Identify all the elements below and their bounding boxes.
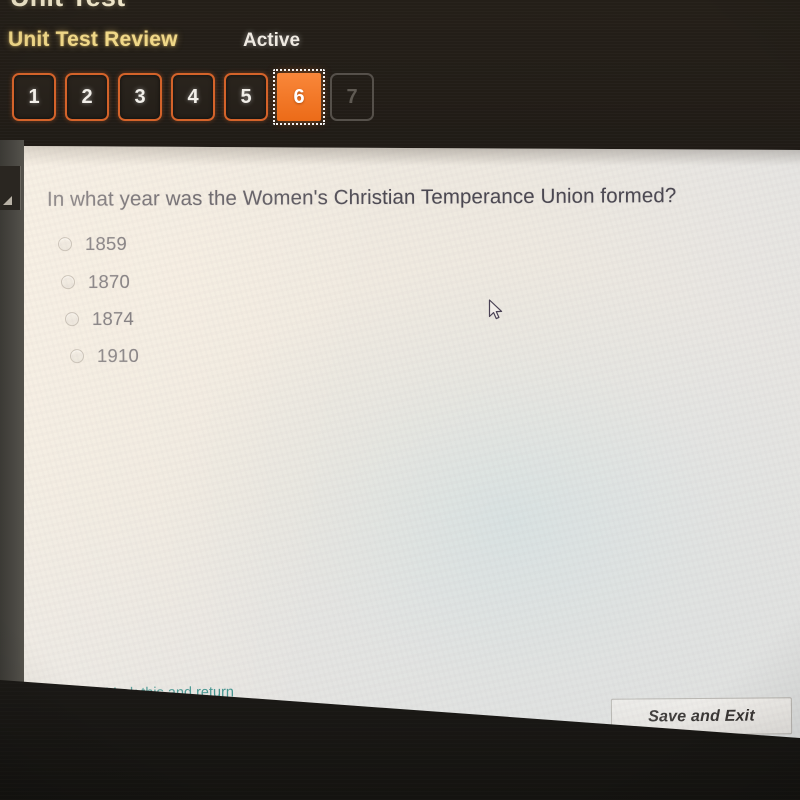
radio-button-icon[interactable] bbox=[64, 312, 80, 327]
question-tab-5-label: 5 bbox=[240, 85, 252, 108]
page-title: Unit Test bbox=[10, 0, 125, 13]
unit-test-review-title: Unit Test Review bbox=[8, 28, 178, 51]
quiz-screen-photo: Unit Test Unit Test Review Active 1 2 3 … bbox=[0, 0, 800, 800]
question-tab-4[interactable]: 4 bbox=[171, 73, 215, 121]
radio-button-icon[interactable] bbox=[57, 237, 73, 252]
answer-option-4[interactable]: 1910 bbox=[69, 344, 140, 367]
question-tab-5[interactable]: 5 bbox=[224, 73, 268, 121]
answer-option-1-label: 1859 bbox=[84, 232, 128, 255]
question-tab-6[interactable]: 6 bbox=[273, 69, 325, 125]
answer-option-1[interactable]: 1859 bbox=[57, 232, 128, 255]
question-tab-1-label: 1 bbox=[28, 85, 40, 108]
answer-option-3-label: 1874 bbox=[91, 307, 135, 330]
question-tab-7: 7 bbox=[330, 73, 374, 121]
question-tab-2-label: 2 bbox=[81, 85, 93, 108]
question-tab-7-label: 7 bbox=[346, 85, 358, 108]
question-tab-4-label: 4 bbox=[187, 85, 199, 108]
question-tab-2[interactable]: 2 bbox=[65, 73, 109, 121]
radio-button-icon[interactable] bbox=[60, 275, 76, 290]
radio-button-icon[interactable] bbox=[69, 349, 85, 364]
question-tab-6-label: 6 bbox=[293, 85, 305, 108]
question-number-nav: 1 2 3 4 5 6 7 bbox=[12, 69, 374, 125]
status-badge: Active bbox=[243, 30, 301, 51]
scroll-up-arrow-icon[interactable] bbox=[0, 166, 21, 210]
question-tab-3-label: 3 bbox=[134, 85, 146, 108]
answer-option-2[interactable]: 1870 bbox=[60, 270, 131, 293]
answer-option-4-label: 1910 bbox=[96, 344, 140, 367]
question-tab-1[interactable]: 1 bbox=[12, 73, 56, 121]
answer-option-3[interactable]: 1874 bbox=[64, 307, 135, 330]
question-text: In what year was the Women's Christian T… bbox=[46, 184, 677, 211]
question-tab-3[interactable]: 3 bbox=[118, 73, 162, 121]
answer-option-2-label: 1870 bbox=[87, 270, 131, 293]
